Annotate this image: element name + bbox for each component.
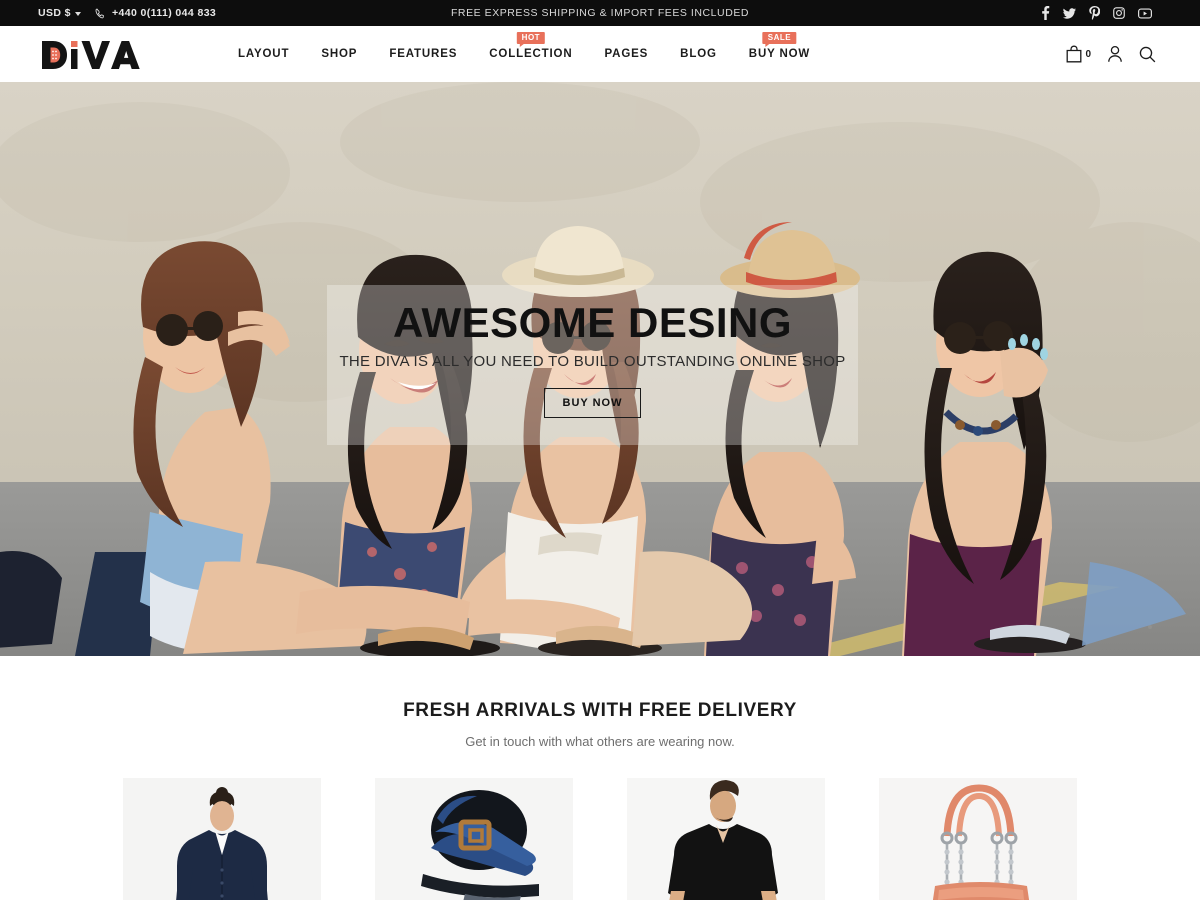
shopping-bag-icon	[1066, 45, 1082, 63]
hero-subtitle: THE DIVA IS ALL YOU NEED TO BUILD OUTSTA…	[339, 353, 846, 371]
pinterest-icon[interactable]	[1089, 6, 1100, 20]
nav-label: BLOG	[680, 48, 717, 60]
main-nav: LAYOUT SHOP FEATURES HOT COLLECTION PAGE…	[222, 26, 826, 82]
product-grid	[0, 778, 1200, 900]
search-icon	[1139, 46, 1156, 62]
nav-label: SHOP	[321, 48, 358, 60]
section-subtitle: Get in touch with what others are wearin…	[465, 734, 735, 749]
product-card-navy-cardigan[interactable]	[123, 778, 321, 900]
phone-number[interactable]: +440 0(111) 044 833	[95, 7, 216, 19]
black-vneck-tshirt-model-image	[627, 778, 825, 900]
nav-label: FEATURES	[389, 48, 458, 60]
currency-selector[interactable]: USD $	[38, 7, 81, 19]
social-links	[1041, 6, 1200, 20]
logo-diva-wordmark	[42, 41, 140, 69]
twitter-icon[interactable]	[1063, 7, 1076, 20]
nav-label: COLLECTION	[489, 48, 573, 60]
logo[interactable]	[40, 37, 144, 71]
navy-cardigan-model-image	[123, 778, 321, 900]
nav-item-layout[interactable]: LAYOUT	[222, 26, 305, 82]
nav-label: LAYOUT	[238, 48, 290, 60]
nav-item-buy-now[interactable]: SALE BUY NOW	[733, 26, 826, 82]
facebook-icon[interactable]	[1041, 6, 1050, 20]
top-bar-left: USD $ +440 0(111) 044 833	[0, 7, 216, 19]
hot-badge: HOT	[516, 32, 546, 47]
youtube-icon[interactable]	[1138, 7, 1152, 19]
section-title: FRESH ARRIVALS WITH FREE DELIVERY	[403, 700, 797, 721]
user-icon	[1108, 45, 1122, 62]
nav-item-blog[interactable]: BLOG	[664, 26, 733, 82]
nav-label: BUY NOW	[748, 48, 811, 60]
nav-label: PAGES	[604, 48, 649, 60]
site-header: LAYOUT SHOP FEATURES HOT COLLECTION PAGE…	[0, 26, 1200, 82]
fresh-arrivals-section: FRESH ARRIVALS WITH FREE DELIVERY Get in…	[0, 656, 1200, 900]
cart-count: 0	[1085, 48, 1091, 60]
cart-button[interactable]: 0	[1066, 45, 1091, 63]
phone-text: +440 0(111) 044 833	[111, 7, 217, 19]
instagram-icon[interactable]	[1113, 7, 1125, 19]
header-icons: 0	[1066, 45, 1200, 63]
hero-text-panel: AWESOME DESING THE DIVA IS ALL YOU NEED …	[327, 285, 858, 445]
hero-buy-now-button[interactable]: BUY NOW	[544, 388, 641, 419]
nav-item-features[interactable]: FEATURES	[373, 26, 473, 82]
nav-item-collection[interactable]: HOT COLLECTION	[473, 26, 588, 82]
chevron-down-icon	[74, 12, 81, 16]
search-button[interactable]	[1139, 46, 1156, 63]
product-card-coral-handbag[interactable]	[879, 778, 1077, 900]
top-bar: USD $ +440 0(111) 044 833 FREE EXPRESS S…	[0, 0, 1200, 26]
hero-title: AWESOME DESING	[392, 299, 793, 346]
nav-item-shop[interactable]: SHOP	[305, 26, 373, 82]
hero-banner: AWESOME DESING THE DIVA IS ALL YOU NEED …	[0, 82, 1200, 656]
coral-chain-handbag-image	[879, 778, 1077, 900]
currency-label: USD $	[38, 7, 71, 19]
blue-buckle-sandal-image	[375, 778, 573, 900]
sale-badge: SALE	[762, 32, 797, 47]
product-card-blue-sandal[interactable]	[375, 778, 573, 900]
product-card-black-tshirt[interactable]	[627, 778, 825, 900]
phone-icon	[95, 8, 104, 18]
nav-item-pages[interactable]: PAGES	[589, 26, 665, 82]
account-button[interactable]	[1107, 45, 1123, 63]
